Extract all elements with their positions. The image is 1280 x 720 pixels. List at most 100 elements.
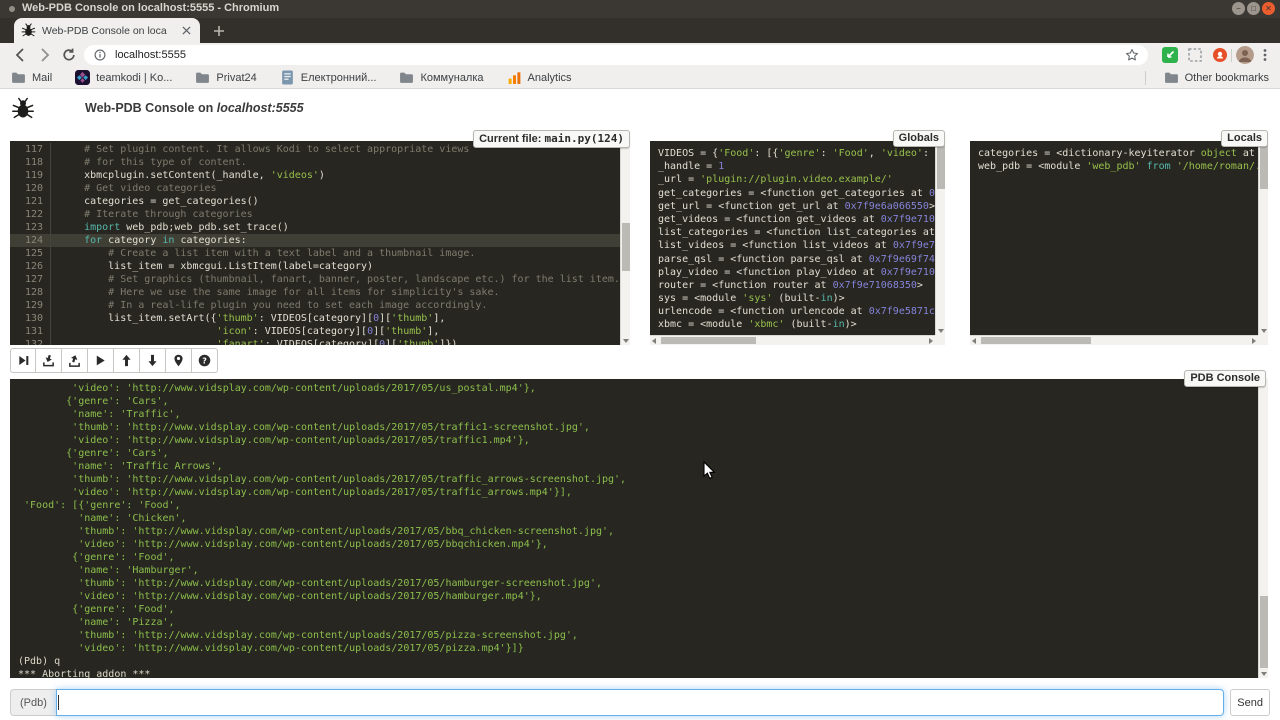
console-line: 'video': 'http://www.vidsplay.com/wp-con… — [18, 434, 1258, 447]
folder-icon — [399, 70, 414, 85]
text-caret — [58, 695, 59, 710]
minimize-button[interactable]: − — [1232, 2, 1245, 15]
console-scrollbar[interactable] — [1258, 379, 1268, 678]
source-code: 117 # Set plugin content. It allows Kodi… — [10, 141, 620, 345]
next-button[interactable] — [10, 348, 36, 373]
bookmark-star-icon[interactable] — [1125, 48, 1139, 62]
back-button[interactable] — [12, 47, 28, 63]
bookmark-item[interactable]: Електронний... — [280, 70, 377, 85]
bookmarks-separator — [1145, 71, 1146, 85]
doc-icon — [280, 70, 295, 85]
variable-line: sys = <module 'sys' (built-in)> — [650, 292, 935, 305]
variable-line: list_videos = <function list_videos at 0… — [650, 239, 935, 252]
line-number: 117 — [10, 143, 51, 156]
down-button[interactable] — [140, 348, 166, 373]
globals-hscrollbar-thumb[interactable] — [661, 337, 756, 344]
extension-red-circle-icon[interactable] — [1212, 47, 1228, 63]
bookmark-item[interactable]: Analytics — [507, 70, 572, 85]
bookmark-label: Privat24 — [216, 72, 256, 84]
omnibox[interactable]: localhost:5555 — [84, 45, 1148, 65]
console-line: (Pdb) q — [18, 655, 1258, 668]
line-number: 120 — [10, 182, 51, 195]
locals-vscrollbar-thumb[interactable] — [1260, 143, 1268, 189]
site-info-icon[interactable] — [93, 48, 107, 62]
locals-hscrollbar[interactable] — [970, 335, 1258, 345]
line-number: 129 — [10, 299, 51, 312]
console-output: 'video': 'http://www.vidsplay.com/wp-con… — [10, 379, 1258, 678]
source-panel-label: Current file: main.py(124) — [473, 130, 630, 148]
step-into-icon — [42, 354, 55, 367]
scroll-right-icon[interactable] — [929, 338, 933, 344]
close-window-button[interactable]: ✕ — [1262, 2, 1275, 15]
scroll-down-icon[interactable] — [1261, 672, 1267, 676]
reload-button[interactable] — [61, 47, 77, 63]
console-panel: PDB Console 'video': 'http://www.vidspla… — [10, 379, 1268, 678]
browser-tab[interactable]: Web-PDB Console on loca — [14, 18, 200, 43]
continue-button[interactable] — [88, 348, 114, 373]
up-button[interactable] — [114, 348, 140, 373]
globals-vscrollbar[interactable] — [935, 141, 945, 335]
bookmark-item[interactable]: Mail — [11, 70, 52, 85]
return-button[interactable] — [62, 348, 88, 373]
source-scrollbar-thumb[interactable] — [622, 223, 630, 271]
scroll-down-icon[interactable] — [938, 329, 944, 333]
question-icon: ? — [198, 354, 211, 367]
bookmark-item[interactable]: teamkodi | Ko... — [75, 70, 172, 85]
code-line-130: 130 list_item.setArt({'thumb': VIDEOS[ca… — [10, 312, 620, 325]
locals-panel: Locals categories = <dictionary-keyitera… — [970, 141, 1268, 345]
toolbar-separator — [1231, 49, 1232, 62]
pdb-command-input[interactable] — [56, 689, 1224, 716]
variable-line: router = <function router at 0x7f9e71068… — [650, 279, 935, 292]
console-line: 'thumb': 'http://www.vidsplay.com/wp-con… — [18, 421, 1258, 434]
bookmark-item[interactable]: Privat24 — [195, 70, 256, 85]
console-line: 'name': 'Pizza', — [18, 616, 1258, 629]
line-number: 125 — [10, 247, 51, 260]
source-scrollbar[interactable] — [620, 141, 630, 345]
globals-panel: Globals VIDEOS = {'Food': [{'genre': 'Fo… — [650, 141, 945, 345]
globals-hscrollbar[interactable] — [650, 335, 935, 345]
scroll-down-icon[interactable] — [1261, 329, 1267, 333]
locals-panel-label: Locals — [1221, 130, 1268, 147]
where-button[interactable] — [166, 348, 192, 373]
maximize-button[interactable]: □ — [1247, 2, 1260, 15]
console-line: 'name': 'Hamburger', — [18, 564, 1258, 577]
url-text: localhost:5555 — [115, 49, 1125, 61]
page-title: Web-PDB Console on localhost:5555 — [85, 101, 304, 115]
console-line: 'thumb': 'http://www.vidsplay.com/wp-con… — [18, 473, 1258, 486]
line-number: 126 — [10, 260, 51, 273]
profile-avatar[interactable] — [1236, 46, 1254, 64]
bug-favicon-icon — [21, 23, 36, 38]
other-bookmarks-button[interactable]: Other bookmarks — [1145, 70, 1269, 85]
page-title-host: localhost:5555 — [217, 101, 304, 115]
browser-menu-button[interactable] — [1257, 47, 1273, 63]
tab-close-icon[interactable] — [179, 24, 193, 38]
help-button[interactable]: ? — [192, 348, 218, 373]
extension-selection-icon[interactable] — [1187, 47, 1203, 63]
page-header: Web-PDB Console on localhost:5555 — [0, 95, 1280, 123]
forward-button[interactable] — [37, 47, 53, 63]
extension-green-arrow-icon[interactable] — [1162, 47, 1178, 63]
line-number: 121 — [10, 195, 51, 208]
line-number: 122 — [10, 208, 51, 221]
console-line: {'genre': 'Food', — [18, 551, 1258, 564]
scroll-left-icon[interactable] — [972, 338, 976, 344]
step-button[interactable] — [36, 348, 62, 373]
locals-hscrollbar-thumb[interactable] — [981, 337, 1091, 344]
scrollbar-corner — [1258, 335, 1268, 345]
bookmark-item[interactable]: Коммуналка — [399, 70, 483, 85]
locals-vscrollbar[interactable] — [1258, 141, 1268, 335]
scroll-down-icon[interactable] — [623, 339, 629, 343]
scroll-right-icon[interactable] — [1252, 338, 1256, 344]
console-scrollbar-thumb[interactable] — [1260, 596, 1268, 668]
new-tab-button[interactable] — [210, 22, 228, 40]
line-number: 128 — [10, 286, 51, 299]
scroll-left-icon[interactable] — [652, 338, 656, 344]
console-line: 'name': 'Traffic', — [18, 408, 1258, 421]
send-button[interactable]: Send — [1230, 689, 1270, 716]
kodi-icon — [75, 70, 90, 85]
chart-icon — [507, 70, 522, 85]
screen: Web-PDB Console on localhost:5555 - Chro… — [0, 0, 1280, 720]
console-line: 'video': 'http://www.vidsplay.com/wp-con… — [18, 382, 1258, 395]
globals-vscrollbar-thumb[interactable] — [937, 143, 945, 189]
console-line: 'thumb': 'http://www.vidsplay.com/wp-con… — [18, 629, 1258, 642]
